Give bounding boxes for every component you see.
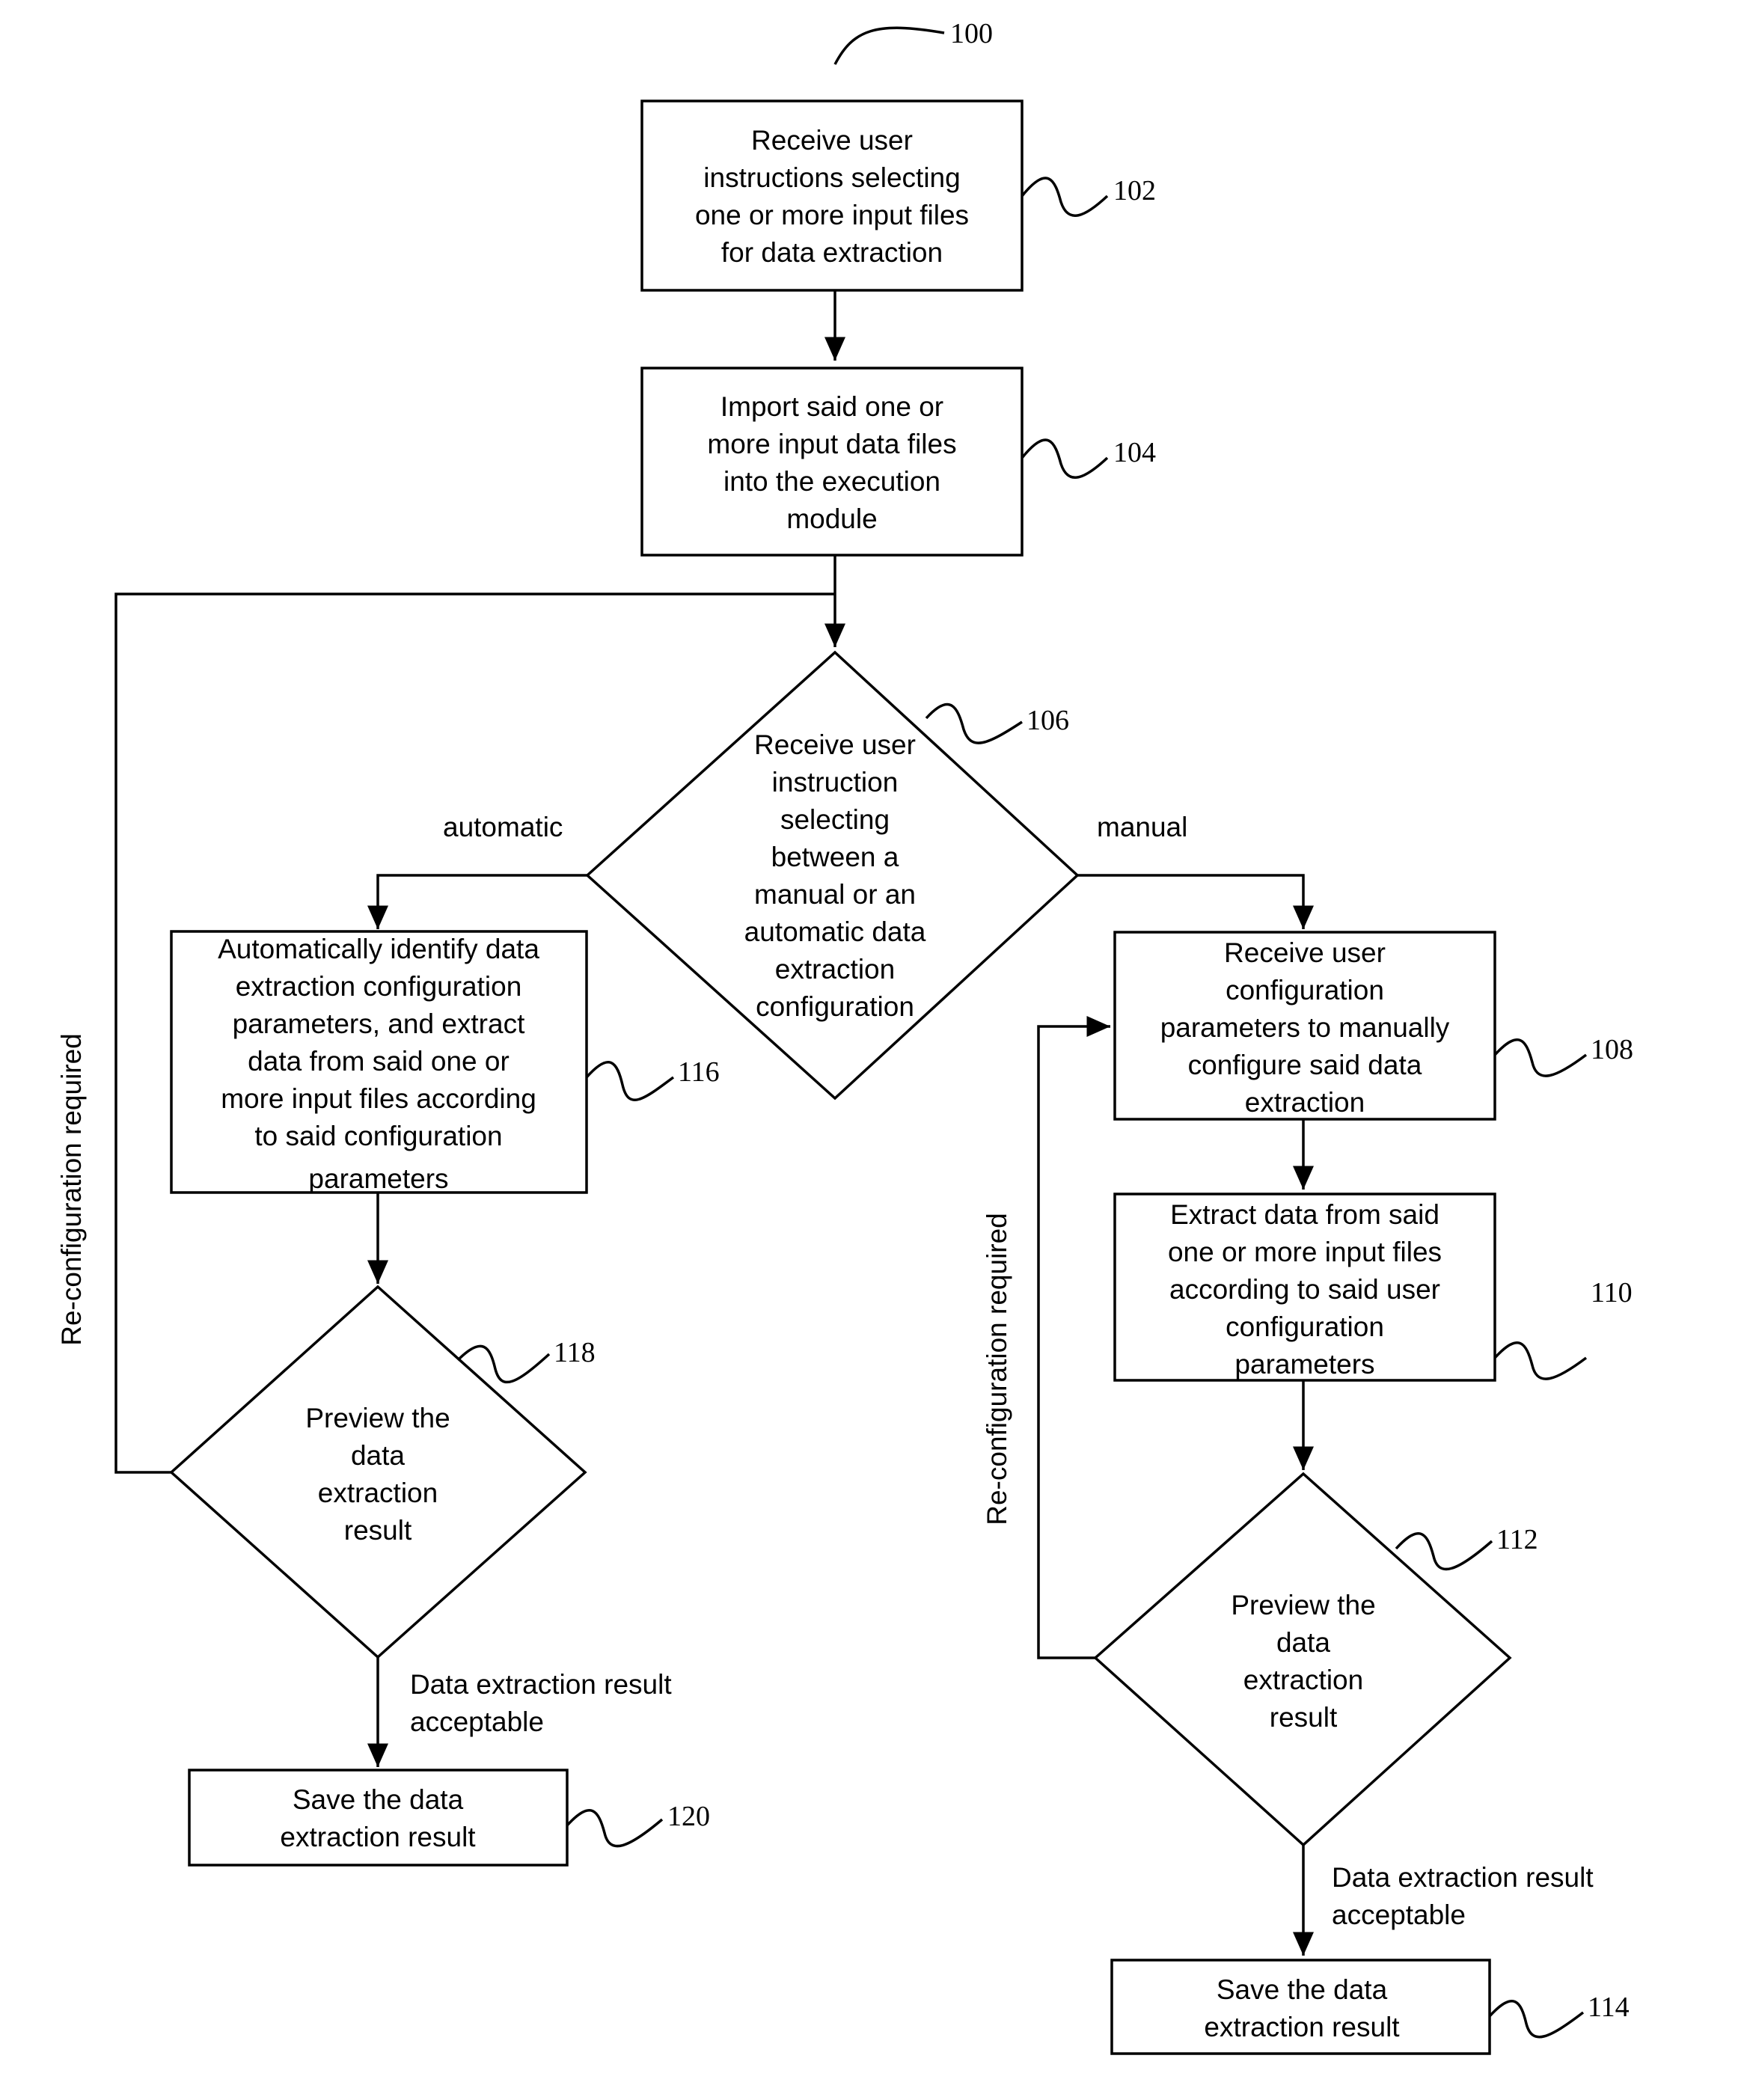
svg-text:to said configuration: to said configuration [254, 1121, 502, 1151]
ref-104-leader [1021, 438, 1109, 479]
svg-text:according to said user: according to said user [1169, 1274, 1440, 1305]
svg-text:extraction: extraction [1245, 1087, 1365, 1118]
node-114: Save the data extraction result [1110, 1959, 1491, 2055]
svg-text:Import said one or: Import said one or [720, 391, 943, 422]
ref-116: 116 [678, 1056, 720, 1088]
svg-text:configure said data: configure said data [1188, 1050, 1422, 1080]
svg-text:data: data [351, 1440, 405, 1471]
svg-text:one or more input files: one or more input files [695, 200, 969, 230]
svg-text:Save the data: Save the data [1217, 1974, 1388, 2005]
node-108: Receive user configuration parameters to… [1113, 931, 1496, 1121]
ref-110: 110 [1591, 1277, 1633, 1308]
ref-104: 104 [1113, 437, 1156, 468]
node-118: Preview the data extraction result [169, 1285, 587, 1659]
node-102: Receive user instructions selecting one … [640, 100, 1024, 292]
svg-text:configuration: configuration [1226, 975, 1384, 1005]
svg-text:one or more input files: one or more input files [1168, 1237, 1442, 1267]
label-reconfig-right: Re-configuration required [982, 1213, 1012, 1525]
node-110: Extract data from said one or more input… [1113, 1193, 1496, 1382]
svg-text:Preview the: Preview the [305, 1403, 450, 1433]
svg-text:selecting: selecting [780, 804, 890, 835]
ref-120-leader [566, 1809, 664, 1848]
svg-text:configuration: configuration [756, 991, 914, 1022]
svg-text:extraction: extraction [775, 954, 895, 985]
ref-100-leader [833, 26, 945, 65]
label-accept-right-2: acceptable [1332, 1900, 1466, 1930]
node-112: Preview the data extraction result [1093, 1472, 1512, 1847]
svg-text:extraction result: extraction result [280, 1822, 476, 1852]
svg-text:Receive user: Receive user [754, 729, 916, 760]
svg-text:parameters, and extract: parameters, and extract [233, 1008, 525, 1039]
label-manual: manual [1097, 812, 1187, 842]
svg-text:extraction result: extraction result [1204, 2012, 1400, 2042]
ref-120: 120 [667, 1801, 710, 1832]
svg-text:Automatically identify data: Automatically identify data [218, 934, 539, 964]
svg-text:parameters to manually: parameters to manually [1160, 1012, 1450, 1043]
svg-text:Save the data: Save the data [293, 1784, 464, 1815]
svg-text:data: data [1276, 1627, 1330, 1658]
svg-text:automatic data: automatic data [744, 916, 926, 947]
svg-text:Extract data from said: Extract data from said [1170, 1199, 1439, 1230]
svg-text:for data extraction: for data extraction [721, 237, 943, 268]
label-accept-right-1: Data extraction result [1332, 1862, 1594, 1893]
node-104: Import said one or more input data files… [640, 367, 1024, 557]
svg-text:Receive user: Receive user [1224, 937, 1386, 968]
svg-text:configuration: configuration [1226, 1311, 1384, 1342]
svg-text:Receive user: Receive user [751, 125, 913, 156]
flowchart: 100 Receive user instructions selecting … [56, 18, 1633, 2055]
svg-text:between a: between a [771, 842, 899, 872]
svg-text:into the execution: into the execution [723, 466, 940, 497]
node-120: Save the data extraction result [188, 1769, 569, 1867]
ref-116-leader [585, 1061, 675, 1101]
svg-text:manual or an: manual or an [754, 879, 916, 910]
node-106: Receive user instruction selecting betwe… [585, 650, 1080, 1100]
label-accept-left-1: Data extraction result [410, 1669, 672, 1700]
svg-text:data from said one or: data from said one or [248, 1046, 510, 1077]
ref-100: 100 [950, 18, 993, 49]
svg-text:result: result [344, 1515, 412, 1546]
svg-text:more input files according: more input files according [221, 1083, 536, 1114]
svg-text:extraction: extraction [1243, 1665, 1363, 1695]
edge-106-108 [1077, 874, 1314, 929]
svg-text:instructions selecting: instructions selecting [703, 162, 960, 193]
svg-text:more input data files: more input data files [707, 429, 956, 459]
ref-108-leader [1493, 1038, 1588, 1077]
node-116: Automatically identify data extraction c… [170, 930, 588, 1194]
svg-text:parameters: parameters [308, 1163, 448, 1194]
edge-106-116 [367, 874, 587, 929]
edge-112-reconfig [1037, 1016, 1110, 1659]
svg-text:extraction: extraction [318, 1478, 438, 1508]
svg-text:Preview the: Preview the [1231, 1590, 1375, 1620]
ref-118: 118 [554, 1337, 596, 1368]
label-reconfig-left: Re-configuration required [56, 1033, 87, 1346]
label-accept-left-2: acceptable [410, 1706, 544, 1737]
ref-106: 106 [1027, 705, 1069, 736]
svg-text:result: result [1270, 1702, 1338, 1733]
svg-text:instruction: instruction [772, 767, 899, 798]
svg-text:parameters: parameters [1234, 1349, 1374, 1380]
svg-text:module: module [786, 503, 877, 534]
label-automatic: automatic [443, 812, 563, 842]
ref-110-leader [1493, 1341, 1588, 1380]
ref-114: 114 [1588, 1992, 1630, 2023]
ref-112-leader [1395, 1532, 1493, 1571]
ref-102: 102 [1113, 175, 1156, 206]
ref-106-leader [925, 702, 1023, 744]
ref-108: 108 [1591, 1034, 1633, 1065]
ref-102-leader [1021, 177, 1109, 217]
svg-text:extraction configuration: extraction configuration [236, 971, 522, 1002]
ref-114-leader [1488, 2000, 1585, 2039]
ref-112: 112 [1496, 1524, 1538, 1555]
